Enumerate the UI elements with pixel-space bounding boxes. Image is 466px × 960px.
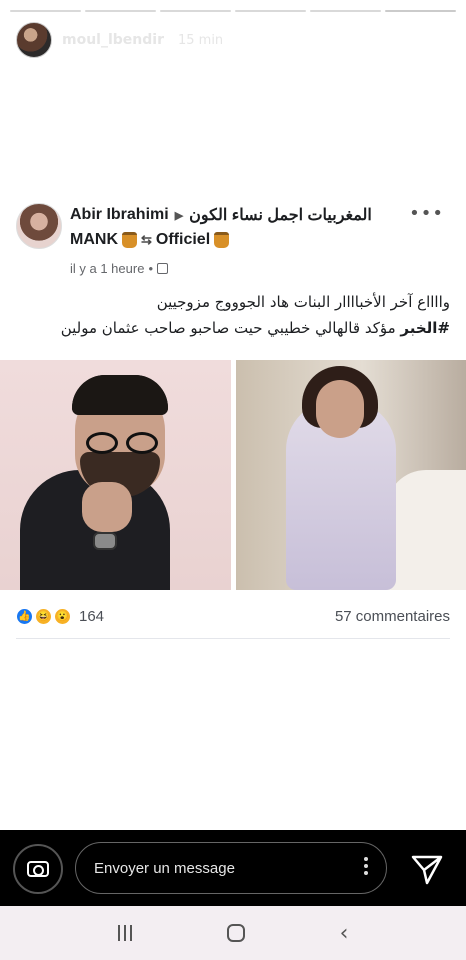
post-hashtag: #الخبر bbox=[400, 319, 450, 337]
post-timestamp: il y a 1 heure bbox=[70, 261, 145, 276]
system-nav-bar: ‹ bbox=[0, 906, 466, 960]
post-group-line: MANK ⇆ Officiel bbox=[70, 231, 230, 249]
man-hand bbox=[82, 482, 132, 532]
post-author-avatar bbox=[16, 203, 62, 249]
progress-segment bbox=[235, 10, 306, 12]
progress-segment bbox=[160, 10, 231, 12]
post-group-part-a: MANK bbox=[70, 231, 118, 248]
camera-icon bbox=[27, 861, 49, 877]
shared-post: Abir Ibrahimi ▶ المغربيات اجمل نساء الكو… bbox=[0, 195, 466, 337]
man-hair-top bbox=[72, 375, 168, 415]
post-author-name: Abir Ibrahimi bbox=[70, 206, 169, 223]
progress-segment bbox=[385, 10, 456, 12]
post-text-line1: وااااع آخر الأخباااار البنات هاد الجوووج… bbox=[156, 293, 450, 311]
man-glasses bbox=[86, 432, 158, 454]
haha-icon: 😆 bbox=[35, 607, 52, 625]
camera-button[interactable] bbox=[13, 844, 63, 894]
post-text-line2: #الخبر مؤكد قالهالي خطيبي حيت صاحبو صاحب… bbox=[10, 315, 450, 341]
post-text-line2-rest: مؤكد قالهالي خطيبي حيت صاحبو صاحب عثمان … bbox=[60, 319, 401, 337]
swap-icon: ⇆ bbox=[141, 232, 152, 247]
reactions-row: 👍 😆 😮 164 57 commentaires bbox=[16, 605, 450, 627]
post-meta: il y a 1 heure • bbox=[70, 261, 168, 276]
photo-woman bbox=[236, 360, 466, 590]
progress-segment bbox=[310, 10, 381, 12]
post-author-line: Abir Ibrahimi ▶ المغربيات اجمل نساء الكو… bbox=[70, 205, 372, 225]
divider bbox=[16, 638, 450, 639]
home-button[interactable] bbox=[226, 924, 245, 942]
back-button[interactable]: ‹ bbox=[340, 921, 349, 946]
message-placeholder: Envoyer un message bbox=[94, 859, 235, 877]
jar-icon bbox=[214, 232, 230, 248]
jar-icon bbox=[122, 232, 137, 248]
post-text: وااااع آخر الأخباااار البنات هاد الجوووج… bbox=[10, 289, 450, 341]
progress-segment bbox=[10, 10, 81, 12]
like-icon: 👍 bbox=[16, 607, 33, 625]
send-icon[interactable] bbox=[410, 852, 444, 886]
progress-segment bbox=[85, 10, 156, 12]
story-progress bbox=[10, 10, 456, 12]
woman-head bbox=[316, 380, 364, 438]
man-watch bbox=[93, 532, 117, 550]
post-photos bbox=[0, 360, 466, 590]
post-header: Abir Ibrahimi ▶ المغربيات اجمل نساء الكو… bbox=[0, 195, 466, 255]
more-vertical-icon[interactable] bbox=[364, 857, 368, 875]
more-icon: ••• bbox=[409, 203, 444, 224]
meta-separator: • bbox=[148, 261, 153, 276]
story-header: moul_lbendir 15 min bbox=[16, 22, 223, 58]
globe-icon bbox=[157, 263, 168, 274]
wow-icon: 😮 bbox=[54, 607, 71, 625]
story-avatar[interactable] bbox=[16, 22, 52, 58]
photo-man bbox=[0, 360, 231, 590]
reaction-count: 164 bbox=[79, 607, 105, 625]
comments-count: 57 commentaires bbox=[334, 607, 450, 625]
arrow-right-icon: ▶ bbox=[174, 209, 184, 222]
photo-counter bbox=[386, 470, 466, 590]
message-input[interactable]: Envoyer un message bbox=[75, 842, 387, 894]
post-group-name: المغربيات اجمل نساء الكون bbox=[189, 207, 372, 224]
recent-apps-button[interactable] bbox=[117, 925, 132, 941]
story-username[interactable]: moul_lbendir bbox=[62, 32, 164, 48]
reaction-summary: 👍 😆 😮 164 bbox=[16, 607, 105, 625]
story-time: 15 min bbox=[177, 32, 224, 48]
post-group-part-b: Officiel bbox=[155, 231, 211, 248]
message-bar: Envoyer un message bbox=[0, 830, 466, 906]
